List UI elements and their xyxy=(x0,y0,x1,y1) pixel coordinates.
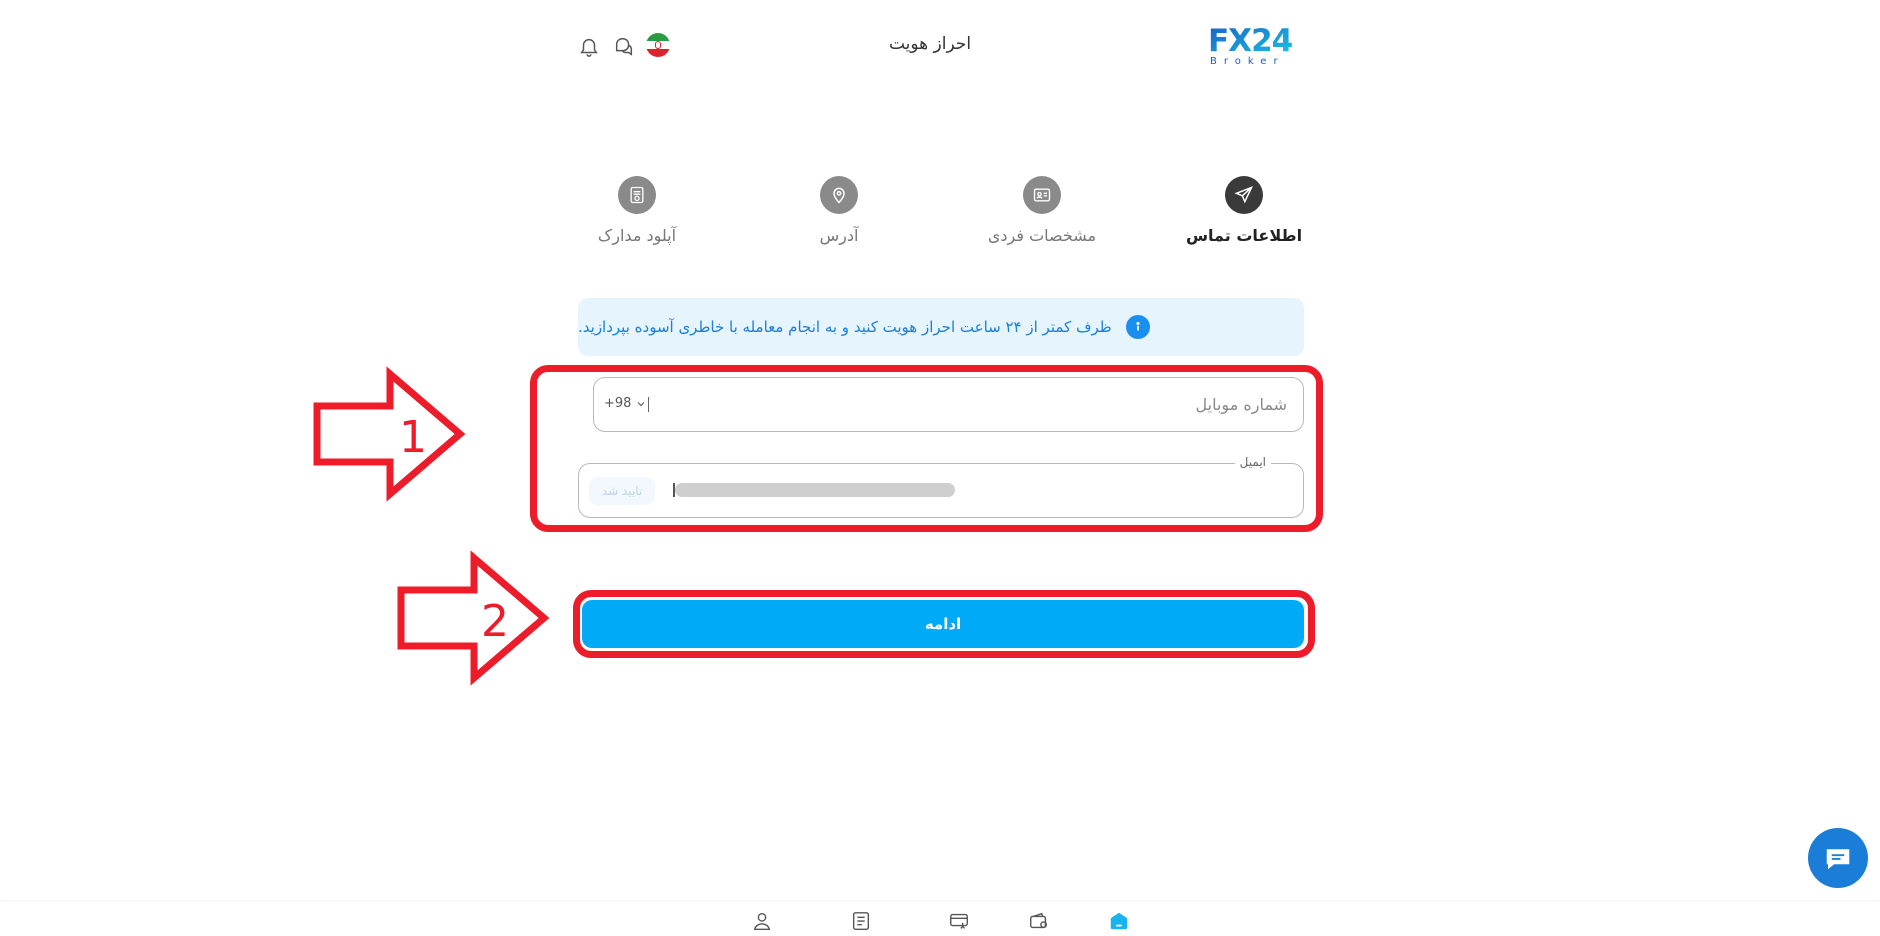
chat-fab-icon[interactable] xyxy=(1808,828,1868,888)
transactions-list-icon[interactable] xyxy=(848,908,874,934)
chat-bubbles-icon[interactable] xyxy=(611,34,637,60)
id-card-icon xyxy=(1023,176,1061,214)
arrow-2-number: 2 xyxy=(481,596,509,647)
send-icon xyxy=(1225,176,1263,214)
step-document-upload[interactable]: آپلود مدارک xyxy=(562,176,712,245)
step-label: آدرس xyxy=(819,226,859,245)
card-transfer-icon[interactable] xyxy=(946,908,972,934)
logo-text: FX24 xyxy=(1208,24,1293,59)
info-banner-text: ظرف کمتر از ۲۴ ساعت احراز هویت کنید و به… xyxy=(578,318,1112,336)
step-label: اطلاعات تماس xyxy=(1185,226,1303,245)
page-title: احراز هویت xyxy=(888,34,972,54)
step-personal-details[interactable]: مشخصات فردی xyxy=(967,176,1117,245)
step-label: آپلود مدارک xyxy=(597,226,677,245)
step-address[interactable]: آدرس xyxy=(764,176,914,245)
info-banner: ظرف کمتر از ۲۴ ساعت احراز هویت کنید و به… xyxy=(578,298,1304,356)
info-icon xyxy=(1125,315,1150,339)
annotation-arrow-2: 2 xyxy=(397,550,550,686)
arrow-1-number: 1 xyxy=(399,412,427,463)
step-contact-info[interactable]: اطلاعات تماس xyxy=(1169,176,1319,245)
document-upload-icon xyxy=(618,176,656,214)
iran-flag-icon[interactable] xyxy=(646,33,670,57)
profile-icon[interactable] xyxy=(749,908,775,934)
fx24-logo[interactable]: FX24 Broker xyxy=(1208,23,1308,67)
annotation-arrow-1: 1 xyxy=(313,366,466,502)
location-pin-icon xyxy=(820,176,858,214)
logo-subtext: Broker xyxy=(1210,56,1285,66)
step-label: مشخصات فردی xyxy=(987,226,1097,245)
notification-bell-icon[interactable] xyxy=(576,34,602,60)
home-icon[interactable] xyxy=(1106,908,1132,934)
annotation-box-2 xyxy=(573,590,1315,658)
wallet-icon[interactable] xyxy=(1026,908,1052,934)
annotation-box-1 xyxy=(530,365,1323,532)
bottom-nav xyxy=(0,902,1880,936)
